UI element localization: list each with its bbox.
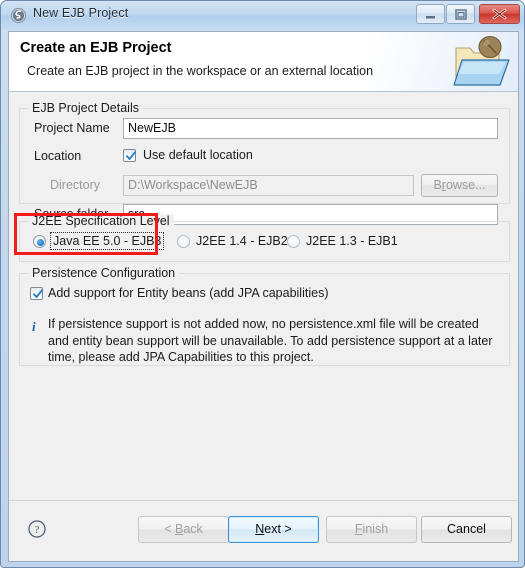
page-subtitle: Create an EJB project in the workspace o… [27,64,374,78]
radio-j2ee-14-ejb2-label[interactable]: J2EE 1.4 - EJB2 [196,234,288,248]
radio-j2ee-13-ejb1-label[interactable]: J2EE 1.3 - EJB1 [306,234,398,248]
finish-button[interactable]: Finish [326,516,417,543]
radio-j2ee-14-ejb2[interactable] [177,235,190,248]
persistence-info-text: If persistence support is not added now,… [48,317,493,364]
page-title: Create an EJB Project [20,40,172,56]
next-button-label: Next > [255,522,292,536]
ejb-project-details-group: EJB Project Details Project Name NewEJB … [19,101,510,225]
wizard-header: Create an EJB Project Create an EJB proj… [9,32,518,92]
ejb-project-folder-icon [452,34,512,90]
dialog-client-area: Create an EJB Project Create an EJB proj… [8,31,519,562]
j2ee-specification-level-group: J2EE Specification Level Java EE 5.0 - E… [19,214,510,262]
info-icon: i [32,319,36,334]
wizard-body: EJB Project Details Project Name NewEJB … [9,92,518,533]
cancel-button[interactable]: Cancel [421,516,512,543]
next-button[interactable]: Next > [228,516,319,543]
radio-java-ee-50-ejb3-label[interactable]: Java EE 5.0 - EJB3 [53,234,161,248]
svg-text:?: ? [35,524,40,536]
directory-input[interactable]: D:\Workspace\NewEJB [123,175,414,196]
eclipse-wizard-icon [10,7,27,24]
use-default-location-checkbox[interactable] [123,149,136,162]
finish-button-label: Finish [354,522,389,536]
location-label: Location [34,149,82,163]
radio-j2ee-13-ejb1[interactable] [287,235,300,248]
j2ee-specification-level-legend: J2EE Specification Level [28,214,174,228]
persistence-configuration-group: Persistence Configuration Add support fo… [19,266,510,366]
ejb-project-details-legend: EJB Project Details [28,101,143,115]
new-ejb-project-dialog: New EJB Project Create an EJB Project Cr… [0,0,525,568]
use-default-location-label[interactable]: Use default location [143,148,253,162]
radio-selected-dot [37,239,44,246]
maximize-icon[interactable] [446,4,475,24]
browse-button[interactable]: Browse... [421,174,498,197]
window-title: New EJB Project [33,6,129,20]
persistence-configuration-legend: Persistence Configuration [28,266,180,280]
check-icon [126,151,136,160]
help-question-icon[interactable]: ? [28,520,46,538]
add-entity-beans-label[interactable]: Add support for Entity beans (add JPA ca… [48,286,328,300]
directory-label: Directory [50,178,101,192]
project-name-input[interactable]: NewEJB [123,118,498,139]
title-bar[interactable]: New EJB Project [1,1,524,30]
back-button-label: < Back [164,522,203,536]
cancel-button-label: Cancel [447,522,486,536]
check-icon [33,289,43,298]
dialog-footer: ? < Back Next > Finish Cancel [9,500,518,561]
minimize-icon[interactable] [416,4,445,24]
add-entity-beans-checkbox[interactable] [30,287,43,300]
close-icon[interactable] [479,4,520,24]
back-button[interactable]: < Back [138,516,229,543]
radio-java-ee-50-ejb3[interactable] [33,235,46,248]
project-name-label: Project Name [34,121,110,135]
browse-button-label: Browse... [433,178,486,192]
